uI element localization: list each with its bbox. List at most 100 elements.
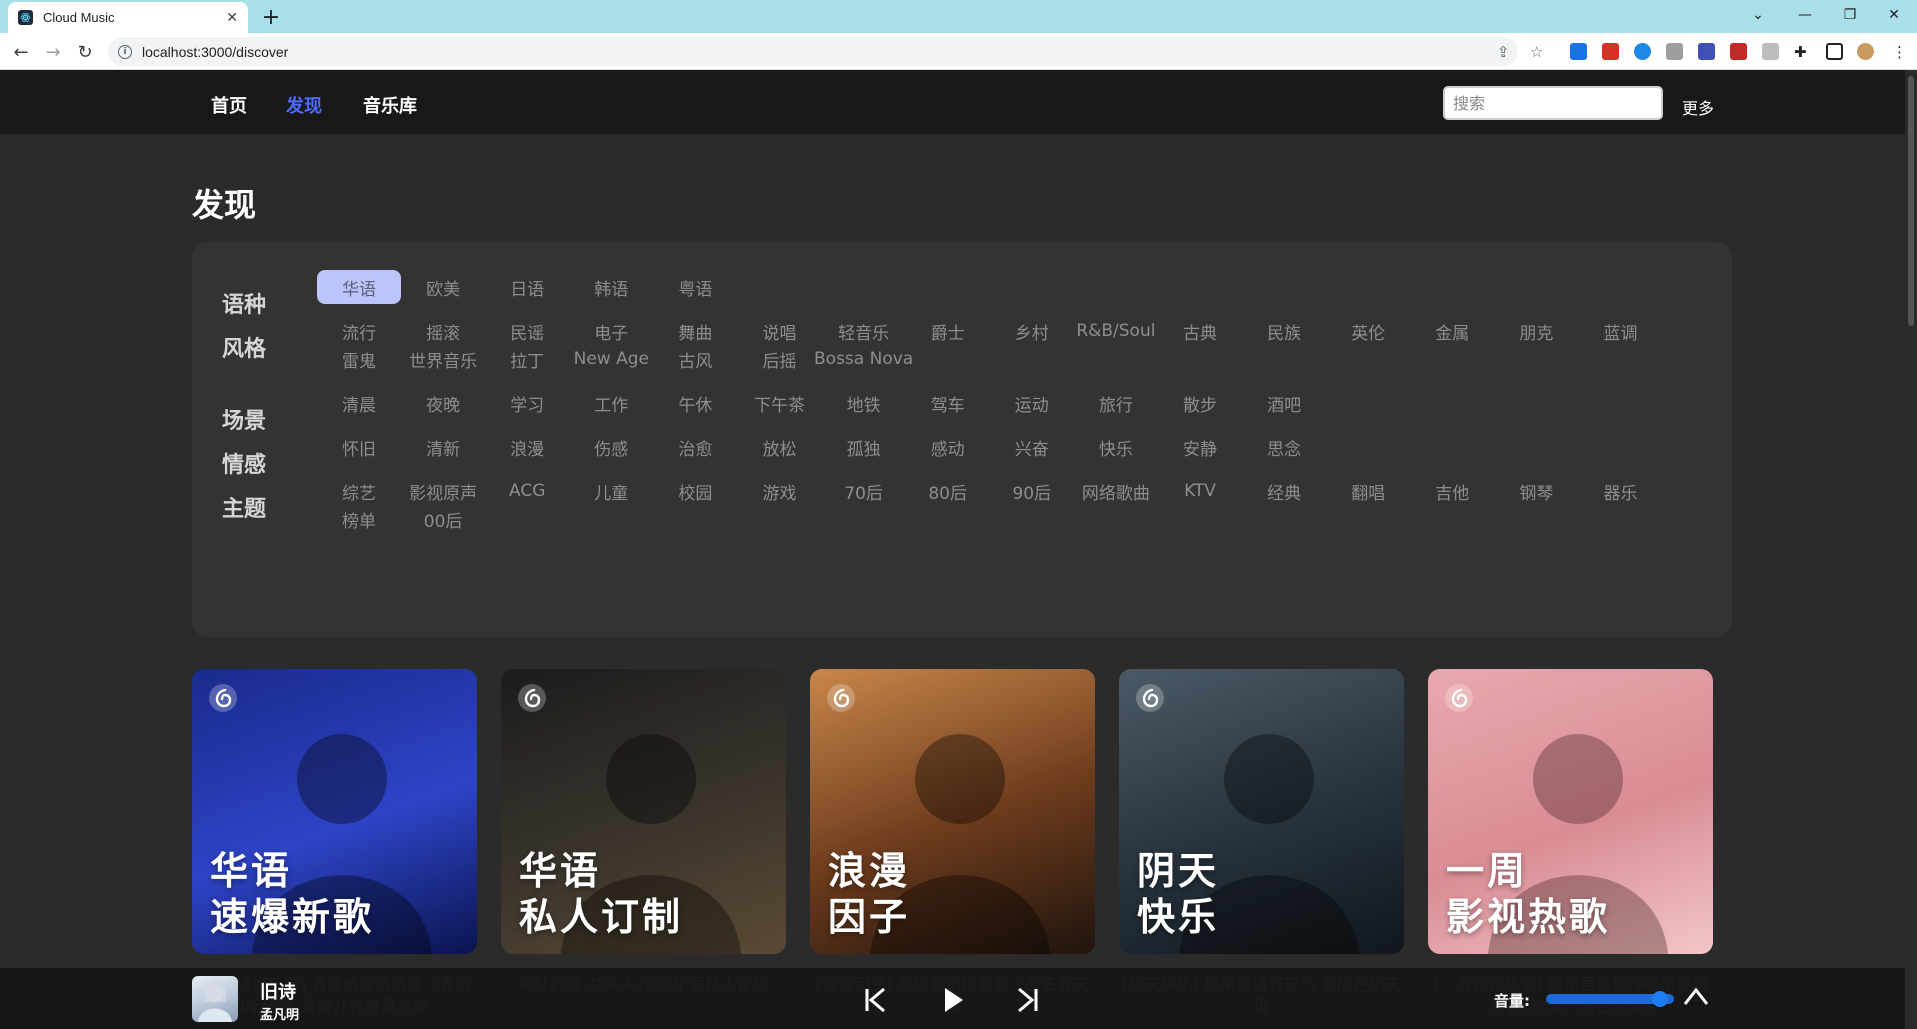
- filter-tag[interactable]: 韩语: [569, 270, 653, 304]
- minimize-icon[interactable]: —: [1783, 0, 1827, 30]
- menu-dots-icon[interactable]: ⋮: [1892, 43, 1907, 61]
- address-bar[interactable]: i localhost:3000/discover: [108, 37, 1518, 66]
- filter-tag[interactable]: 伤感: [569, 430, 653, 464]
- filter-tag[interactable]: 地铁: [822, 386, 906, 420]
- playlist-card[interactable]: 一周 影视热歌: [1428, 669, 1713, 954]
- filter-tag[interactable]: 雷鬼: [317, 342, 401, 376]
- filter-tag[interactable]: 民族: [1242, 314, 1326, 348]
- next-track-icon[interactable]: [1011, 983, 1045, 1017]
- filter-tag[interactable]: 感动: [906, 430, 990, 464]
- filter-tag[interactable]: 80后: [906, 474, 990, 508]
- filter-tag[interactable]: KTV: [1158, 474, 1242, 508]
- filter-tag[interactable]: 吉他: [1410, 474, 1494, 508]
- filter-tag[interactable]: 华语: [317, 270, 401, 304]
- forward-icon[interactable]: →: [40, 39, 66, 65]
- filter-tag[interactable]: 散步: [1158, 386, 1242, 420]
- site-info-icon[interactable]: i: [118, 44, 132, 59]
- playlist-card[interactable]: 阴天 快乐: [1119, 669, 1404, 954]
- more-link[interactable]: 更多: [1682, 95, 1714, 119]
- filter-tag[interactable]: 旅行: [1074, 386, 1158, 420]
- tab-search-icon[interactable]: ⌄: [1736, 0, 1780, 30]
- filter-tag[interactable]: 乡村: [990, 314, 1074, 348]
- filter-tag[interactable]: 蓝调: [1579, 314, 1663, 348]
- filter-tag[interactable]: 思念: [1242, 430, 1326, 464]
- filter-tag[interactable]: 经典: [1242, 474, 1326, 508]
- browser-tab[interactable]: Cloud Music ✕: [8, 2, 248, 33]
- filter-tag[interactable]: 古风: [653, 342, 737, 376]
- filter-tag[interactable]: 学习: [485, 386, 569, 420]
- filter-tag[interactable]: 欧美: [401, 270, 485, 304]
- playlist-card[interactable]: 浪漫 因子: [810, 669, 1095, 954]
- filter-tag[interactable]: 夜晚: [401, 386, 485, 420]
- filter-tag[interactable]: 工作: [569, 386, 653, 420]
- filter-tag[interactable]: 英伦: [1326, 314, 1410, 348]
- window-close-icon[interactable]: ✕: [1872, 0, 1916, 30]
- volume-slider[interactable]: [1546, 991, 1674, 1007]
- filter-tag[interactable]: 网络歌曲: [1074, 474, 1158, 508]
- close-tab-icon[interactable]: ✕: [226, 10, 238, 26]
- filter-tag[interactable]: 放松: [738, 430, 822, 464]
- filter-tag[interactable]: 拉丁: [485, 342, 569, 376]
- play-icon[interactable]: [935, 983, 969, 1017]
- extension-icon[interactable]: [1698, 43, 1715, 60]
- previous-track-icon[interactable]: [858, 983, 892, 1017]
- filter-tag[interactable]: 70后: [822, 474, 906, 508]
- page-scrollbar[interactable]: [1905, 70, 1917, 1029]
- filter-tag[interactable]: 怀旧: [317, 430, 401, 464]
- nav-library[interactable]: 音乐库: [363, 92, 417, 118]
- filter-tag[interactable]: 00后: [401, 502, 485, 536]
- filter-tag[interactable]: 日语: [485, 270, 569, 304]
- nav-home[interactable]: 首页: [211, 92, 247, 118]
- filter-tag[interactable]: 酒吧: [1242, 386, 1326, 420]
- expand-up-icon[interactable]: [1680, 980, 1712, 1012]
- filter-tag[interactable]: 古典: [1158, 314, 1242, 348]
- filter-tag[interactable]: 驾车: [906, 386, 990, 420]
- filter-tag[interactable]: 清新: [401, 430, 485, 464]
- nav-discover[interactable]: 发现: [286, 92, 322, 118]
- share-icon[interactable]: ⇪: [1497, 43, 1510, 61]
- new-tab-icon[interactable]: +: [258, 4, 284, 30]
- extension-icon[interactable]: [1634, 43, 1651, 60]
- filter-tag[interactable]: 爵士: [906, 314, 990, 348]
- search-input[interactable]: [1443, 86, 1663, 120]
- filter-tag[interactable]: Bossa Nova: [814, 342, 913, 376]
- filter-tag[interactable]: 钢琴: [1494, 474, 1578, 508]
- filter-tag[interactable]: 器乐: [1579, 474, 1663, 508]
- filter-tag[interactable]: 孤独: [822, 430, 906, 464]
- filter-tag[interactable]: 清晨: [317, 386, 401, 420]
- filter-tag[interactable]: 下午茶: [738, 386, 822, 420]
- filter-tag[interactable]: 浪漫: [485, 430, 569, 464]
- filter-tag[interactable]: 午休: [653, 386, 737, 420]
- filter-tag[interactable]: 兴奋: [990, 430, 1074, 464]
- bookmark-star-icon[interactable]: ☆: [1530, 43, 1543, 61]
- filter-tag[interactable]: 粤语: [653, 270, 737, 304]
- restore-icon[interactable]: ❐: [1828, 0, 1872, 30]
- filter-tag[interactable]: R&B/Soul: [1074, 314, 1158, 348]
- reload-icon[interactable]: ↻: [72, 39, 98, 65]
- filter-tag[interactable]: 世界音乐: [401, 342, 485, 376]
- side-panel-icon[interactable]: [1826, 43, 1843, 60]
- back-icon[interactable]: ←: [8, 39, 34, 65]
- filter-tag[interactable]: 后摇: [738, 342, 822, 376]
- extension-icon[interactable]: [1602, 43, 1619, 60]
- filter-tag[interactable]: 快乐: [1074, 430, 1158, 464]
- filter-tag[interactable]: ACG: [485, 474, 569, 508]
- filter-tag[interactable]: 儿童: [569, 474, 653, 508]
- filter-tag[interactable]: 金属: [1410, 314, 1494, 348]
- extensions-puzzle-icon[interactable]: ✚: [1794, 43, 1807, 61]
- filter-tag[interactable]: 运动: [990, 386, 1074, 420]
- filter-tag[interactable]: 90后: [990, 474, 1074, 508]
- filter-tag[interactable]: 校园: [653, 474, 737, 508]
- volume-knob[interactable]: [1652, 991, 1668, 1007]
- album-cover[interactable]: [192, 976, 238, 1022]
- filter-tag[interactable]: 榜单: [317, 502, 401, 536]
- extension-icon[interactable]: [1730, 43, 1747, 60]
- extension-icon[interactable]: [1570, 43, 1587, 60]
- profile-avatar[interactable]: [1857, 43, 1874, 60]
- filter-tag[interactable]: 游戏: [738, 474, 822, 508]
- filter-tag[interactable]: 安静: [1158, 430, 1242, 464]
- scrollbar-thumb[interactable]: [1908, 76, 1914, 326]
- extension-icon[interactable]: [1762, 43, 1779, 60]
- filter-tag[interactable]: 治愈: [653, 430, 737, 464]
- filter-tag[interactable]: 翻唱: [1326, 474, 1410, 508]
